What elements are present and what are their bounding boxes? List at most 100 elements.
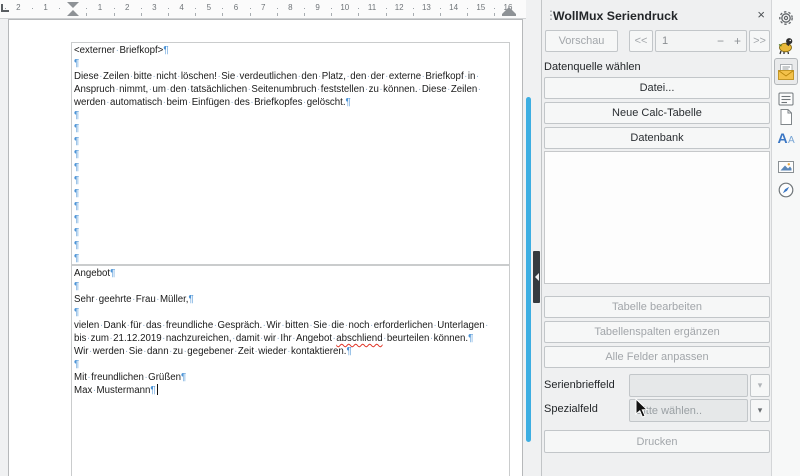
document-page[interactable]: <externer·Briefkopf>¶¶Diese·Zeilen·bitte… — [8, 19, 523, 476]
upper-indent-triangle — [67, 2, 79, 8]
vertical-scrollbar[interactable] — [525, 19, 533, 476]
right-indent-triangle — [502, 7, 516, 14]
ruler-number: 2 — [125, 3, 129, 12]
ruler-number: 10 — [340, 3, 349, 12]
pilcrow-mark: ¶ — [74, 110, 79, 121]
document-line: ¶ — [74, 239, 509, 252]
pilcrow-mark: ¶ — [74, 149, 79, 160]
document-line: vielen·Dank·für·das·freundliche·Gespräch… — [74, 319, 509, 332]
sidebar-settings-icon[interactable] — [774, 6, 798, 30]
document-line: ¶ — [74, 174, 509, 187]
panel-close-icon[interactable]: × — [757, 7, 765, 22]
pilcrow-mark: ¶ — [74, 136, 79, 147]
document-line: ¶ — [74, 306, 509, 319]
ruler-number: 4 — [179, 3, 183, 12]
document-line: ¶ — [74, 135, 509, 148]
pilcrow-mark: ¶ — [110, 268, 115, 279]
special-field-dropdown-arrow-icon[interactable]: ▾ — [750, 399, 770, 422]
pilcrow-mark: ¶ — [74, 359, 79, 370]
document-line: werden·automatisch·beim·Einfügen·des·Bri… — [74, 96, 509, 109]
record-minus-button[interactable]: − — [712, 34, 729, 48]
pilcrow-mark: ¶ — [74, 123, 79, 134]
pilcrow-mark: ¶ — [74, 307, 79, 318]
ruler-number: 12 — [395, 3, 404, 12]
add-table-columns-button[interactable]: Tabellenspalten ergänzen — [544, 321, 770, 343]
document-line: Diese·Zeilen·bitte·nicht·löschen!·Sie·ve… — [74, 70, 509, 83]
sidebar-tab-bar: A A — [771, 0, 800, 476]
pilcrow-mark: ¶ — [74, 58, 79, 69]
record-number-value: 1 — [656, 35, 712, 47]
file-button[interactable]: Datei... — [544, 77, 770, 99]
navigator-icon[interactable] — [774, 178, 798, 202]
sidebar-collapse-handle[interactable] — [533, 251, 540, 303]
mailmerge-field-dropdown-arrow-icon[interactable]: ▾ — [750, 374, 770, 397]
document-line: ¶ — [74, 226, 509, 239]
ruler-number: 6 — [234, 3, 238, 12]
character-styles-icon[interactable]: A A — [774, 126, 798, 150]
ruler-number: 3 — [152, 3, 156, 12]
new-calc-table-button[interactable]: Neue Calc-Tabelle — [544, 102, 770, 124]
record-number-spinner[interactable]: 1 − + — [655, 30, 747, 52]
edit-table-button[interactable]: Tabelle bearbeiten — [544, 296, 770, 318]
pilcrow-mark: ¶ — [346, 97, 351, 108]
document-line: <externer·Briefkopf>¶ — [74, 44, 509, 57]
svg-text:A: A — [778, 130, 788, 146]
svg-text:A: A — [788, 135, 795, 146]
document-line: ¶ — [74, 200, 509, 213]
pilcrow-mark: ¶ — [74, 253, 79, 264]
preview-button[interactable]: Vorschau — [545, 30, 618, 52]
pilcrow-mark: ¶ — [150, 385, 155, 396]
mouse-cursor — [635, 398, 649, 420]
lower-indent-triangle — [67, 10, 79, 16]
pilcrow-mark: ¶ — [163, 45, 168, 56]
document-line: ¶ — [74, 187, 509, 200]
pilcrow-mark: ¶ — [74, 227, 79, 238]
panel-title: WollMux Seriendruck — [553, 9, 678, 23]
pilcrow-mark: ¶ — [347, 346, 352, 357]
mailmerge-field-dropdown[interactable] — [629, 374, 748, 397]
gallery-icon[interactable] — [774, 155, 798, 179]
mailmerge-field-label: Serienbrieffeld — [544, 379, 615, 391]
scrollbar-thumb[interactable] — [526, 97, 531, 442]
document-line: ¶ — [74, 252, 509, 265]
pilcrow-mark: ¶ — [74, 188, 79, 199]
document-line: Wir·werden·Sie·dann·zu·gegebener·Zeit·wi… — [74, 345, 509, 358]
ruler-number: 1 — [43, 3, 47, 12]
adjust-all-fields-button[interactable]: Alle Felder anpassen — [544, 346, 770, 368]
right-indent-base — [502, 14, 516, 16]
letterhead-frame-text: <externer·Briefkopf>¶¶Diese·Zeilen·bitte… — [72, 43, 509, 265]
document-line: ¶ — [74, 213, 509, 226]
pilcrow-mark: ¶ — [74, 214, 79, 225]
letterhead-placeholder-frame[interactable]: <externer·Briefkopf>¶¶Diese·Zeilen·bitte… — [71, 42, 510, 265]
pilcrow-mark: ¶ — [468, 333, 473, 344]
special-field-label: Spezialfeld — [544, 403, 598, 415]
left-indent-marker[interactable] — [67, 2, 79, 16]
document-line: ¶ — [74, 161, 509, 174]
document-line: ¶ — [74, 109, 509, 122]
document-line: ¶ — [74, 280, 509, 293]
previous-record-button[interactable]: << — [629, 30, 653, 52]
record-plus-button[interactable]: + — [729, 34, 746, 48]
ruler-number: 7 — [261, 3, 265, 12]
database-button[interactable]: Datenbank — [544, 127, 770, 149]
pilcrow-mark: ¶ — [74, 162, 79, 173]
pilcrow-mark: ¶ — [189, 294, 194, 305]
wollmux-icon[interactable] — [774, 33, 798, 57]
pilcrow-mark: ¶ — [74, 175, 79, 186]
next-record-button[interactable]: >> — [749, 30, 770, 52]
ruler-number: 5 — [207, 3, 211, 12]
print-button[interactable]: Drucken — [544, 430, 770, 453]
letter-body-frame[interactable]: Angebot¶¶Sehr·geehrte·Frau·Müller,¶¶viel… — [71, 265, 510, 476]
wollmux-mailmerge-icon[interactable] — [774, 58, 798, 85]
ruler-number: 9 — [315, 3, 319, 12]
horizontal-ruler[interactable]: 2112345678910111213141516 — [0, 0, 526, 19]
document-line: Mit·freundlichen·Grüßen¶ — [74, 371, 509, 384]
right-indent-marker[interactable] — [502, 7, 516, 16]
ruler-number: 2 — [16, 3, 20, 12]
document-line: bis·zum·21.12.2019·nachzureichen,·damit·… — [74, 332, 509, 345]
pilcrow-mark: ¶ — [74, 281, 79, 292]
datasource-section-label: Datenquelle wählen — [544, 61, 641, 73]
collapse-arrow-icon — [535, 273, 539, 281]
datasource-list[interactable] — [544, 151, 770, 284]
ruler-number: 1 — [98, 3, 102, 12]
